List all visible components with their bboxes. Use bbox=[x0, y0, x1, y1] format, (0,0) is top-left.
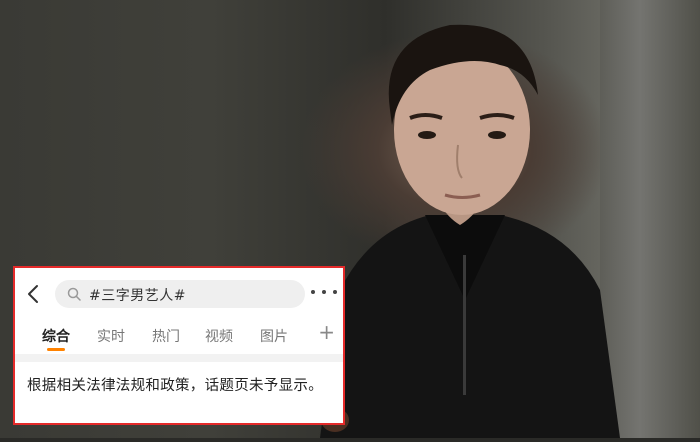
topic-hidden-notice: 根据相关法律法规和政策，话题页未予显示。 bbox=[27, 378, 323, 394]
dot-icon bbox=[311, 290, 315, 294]
dot-icon bbox=[322, 290, 326, 294]
person-photo bbox=[300, 0, 630, 438]
search-icon bbox=[67, 287, 81, 301]
search-header: #三字男艺人# bbox=[15, 268, 343, 318]
weibo-search-panel: #三字男艺人# 综合 实时 热门 视频 图片 + 根据相关法律法规和政策，话题页… bbox=[13, 266, 345, 425]
active-tab-indicator bbox=[47, 348, 65, 351]
more-options-button[interactable] bbox=[311, 282, 337, 302]
section-divider bbox=[15, 354, 343, 362]
back-button[interactable] bbox=[23, 283, 45, 305]
chevron-left-icon bbox=[28, 285, 38, 303]
search-input[interactable]: #三字男艺人# bbox=[55, 280, 305, 308]
tab-pictures[interactable]: 图片 bbox=[260, 326, 288, 346]
tab-hot[interactable]: 热门 bbox=[152, 326, 180, 346]
dot-icon bbox=[333, 290, 337, 294]
add-tab-button[interactable]: + bbox=[318, 320, 335, 344]
tab-realtime[interactable]: 实时 bbox=[97, 326, 125, 346]
search-query-text: #三字男艺人# bbox=[89, 288, 186, 304]
tab-comprehensive[interactable]: 综合 bbox=[42, 326, 70, 346]
tab-video[interactable]: 视频 bbox=[205, 326, 233, 346]
tab-bar: 综合 实时 热门 视频 图片 + bbox=[15, 318, 343, 352]
